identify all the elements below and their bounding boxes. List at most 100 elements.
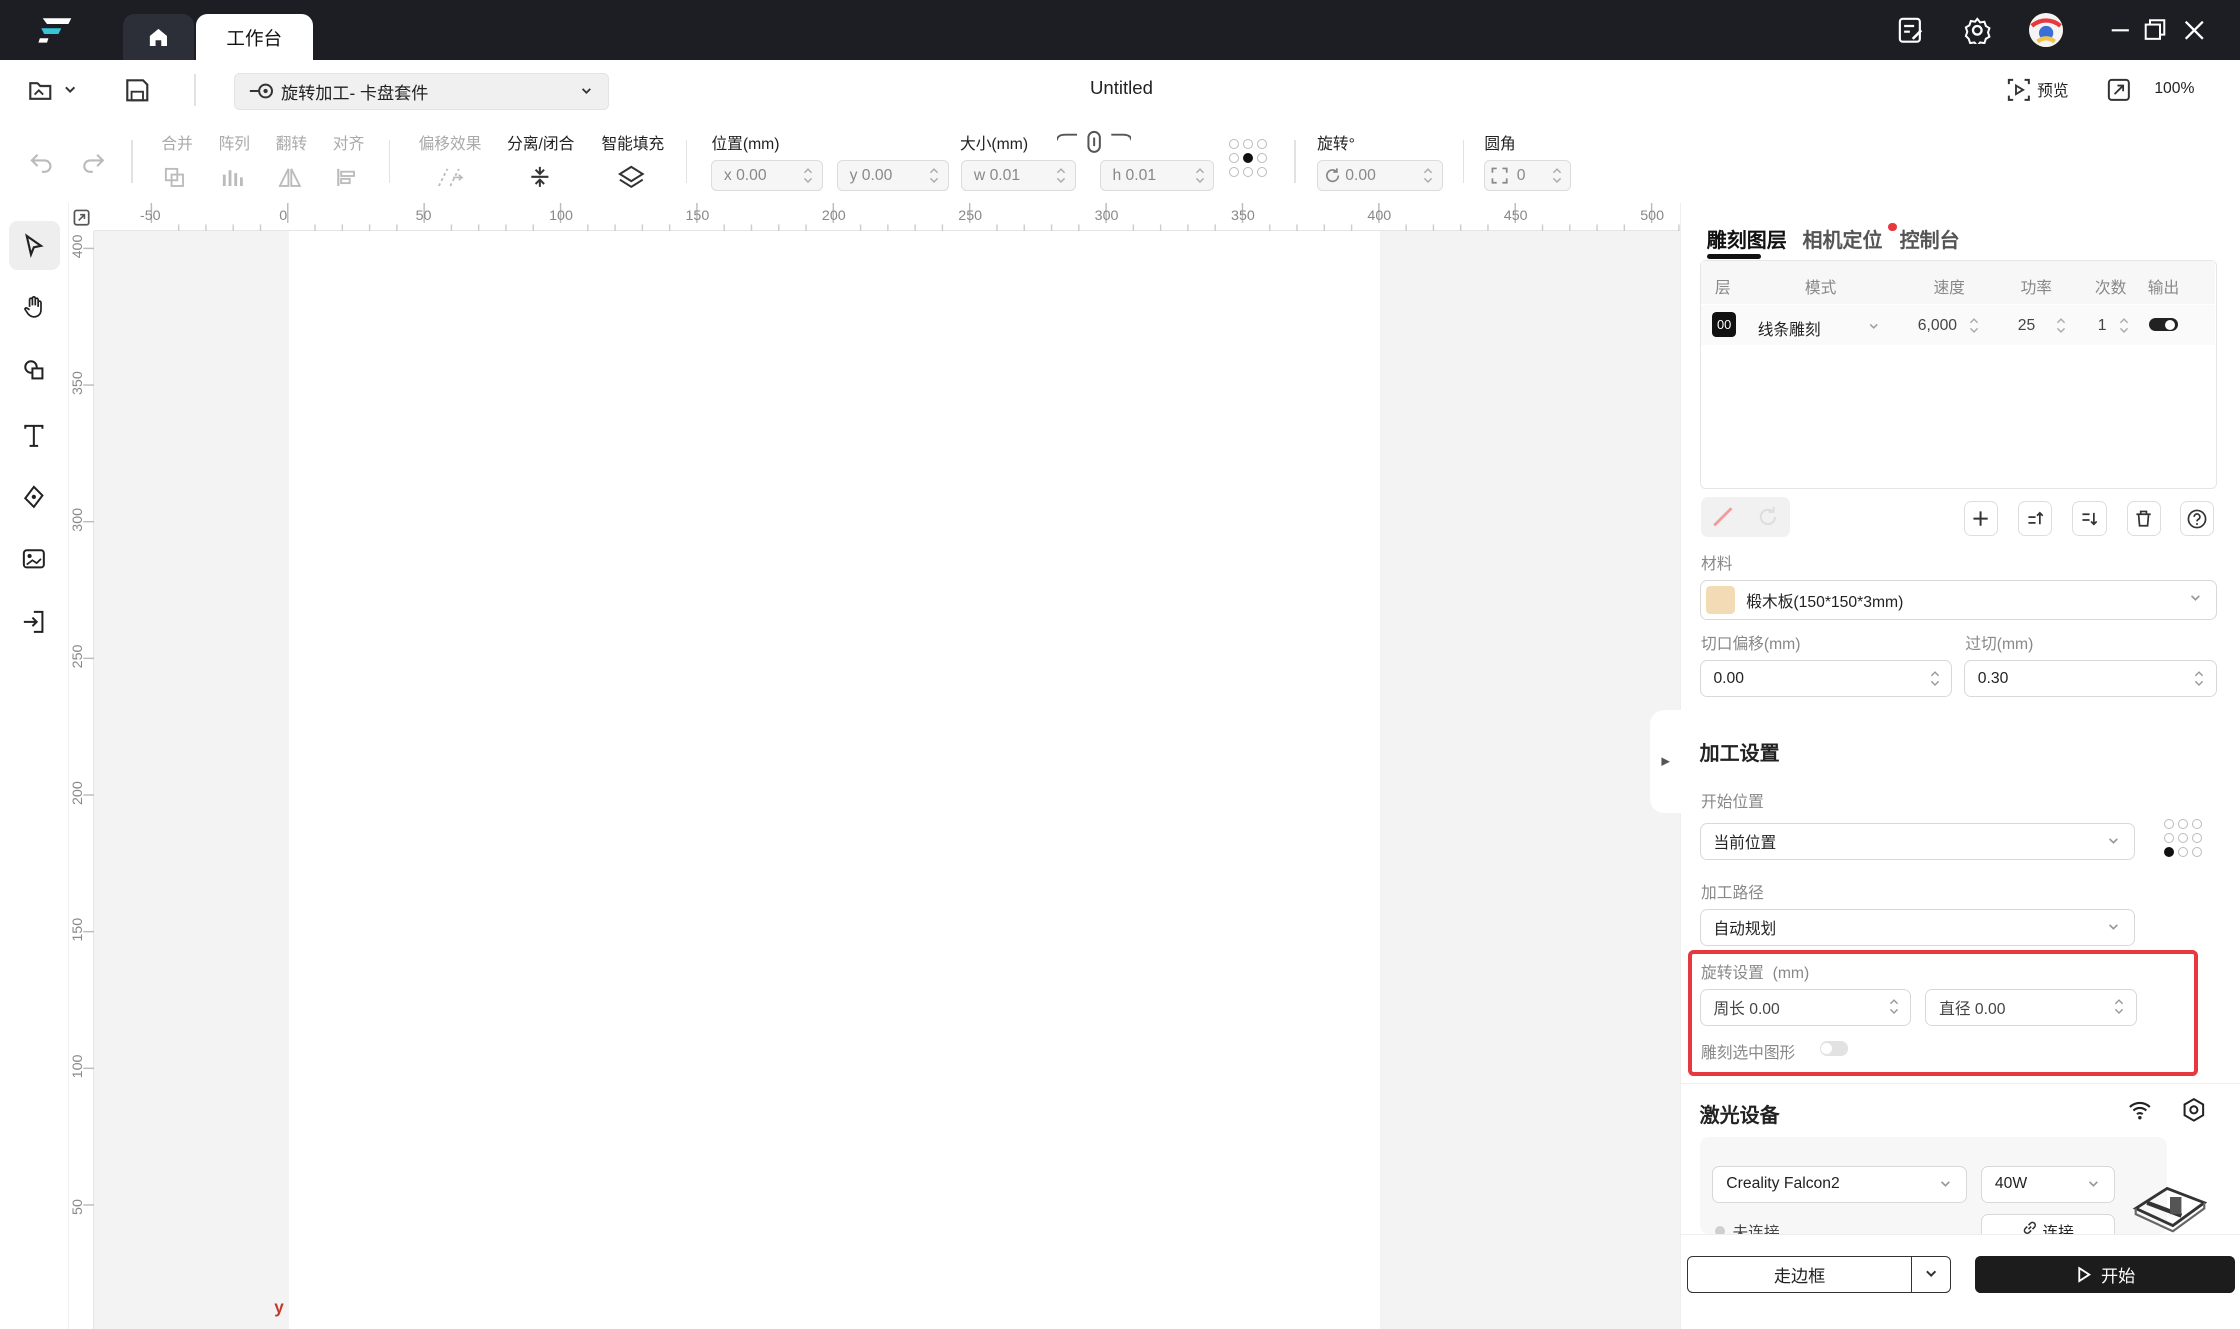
anchor-point-grid[interactable] [1228, 138, 1268, 178]
help-button[interactable] [2179, 501, 2214, 536]
connect-label: 连接 [2042, 1224, 2074, 1235]
move-up-button[interactable] [2018, 501, 2053, 536]
user-avatar[interactable] [2028, 12, 2063, 48]
flip-icon[interactable] [277, 166, 303, 189]
corner-input[interactable]: 0 [1484, 160, 1572, 192]
sort-down-icon [2082, 512, 2098, 526]
tab-camera[interactable]: 相机定位 [1802, 224, 1882, 253]
redo-icon[interactable] [80, 149, 106, 175]
rotate-input[interactable]: 0.00 [1317, 160, 1443, 192]
plus-icon [1973, 511, 1989, 526]
ruler-label: 400 [1368, 208, 1392, 224]
stepper-icon[interactable] [2056, 317, 2066, 334]
fit-view-icon[interactable] [2106, 77, 2132, 103]
open-file-button[interactable] [26, 76, 86, 105]
chevron-down-icon [2089, 1181, 2099, 1188]
collapse-panel-button[interactable] [1649, 710, 1682, 813]
output-toggle[interactable] [2149, 318, 2178, 331]
h-ruler-ticks: -50 0 50 100 150 200 250 300 350 400 450 500 [140, 202, 1680, 232]
tab-workspace[interactable]: 工作台 [195, 14, 313, 60]
chevron-down-icon [2109, 924, 2119, 930]
image-tool[interactable] [9, 534, 60, 583]
laser-machine-image [2130, 1177, 2210, 1234]
tab-engrave-layers[interactable]: 雕刻图层 [1707, 224, 1787, 253]
settings-gear-icon[interactable] [1963, 16, 1992, 45]
layer-mode[interactable]: 线条雕刻 [1758, 317, 1821, 340]
frame-options-button[interactable] [1911, 1255, 1952, 1293]
task-list-icon[interactable] [1897, 16, 1926, 45]
project-mode-select[interactable]: 旋转加工- 卡盘套件 [234, 72, 609, 110]
wifi-icon[interactable] [2127, 1097, 2153, 1123]
material-value: 椴木板(150*150*3mm) [1746, 593, 1904, 611]
flip-label: 翻转 [275, 136, 308, 154]
v-ruler-ticks: 400 350 300 250 200 150 100 50 [69, 235, 95, 1215]
circumference-input[interactable]: 周长 0.00 [1699, 988, 1912, 1026]
hand-icon [24, 296, 43, 318]
power-select[interactable]: 40W [1981, 1165, 2116, 1203]
preview-button[interactable]: 预览 [2006, 77, 2069, 103]
start-position-select[interactable]: 当前位置 [1699, 822, 2136, 860]
link-icon [2024, 1221, 2037, 1234]
smart-fill-icon[interactable] [617, 164, 646, 190]
stepper-icon[interactable] [1969, 317, 1979, 334]
tab-console[interactable]: 控制台 [1900, 224, 1960, 253]
delete-layer-button[interactable] [2126, 501, 2162, 536]
move-down-button[interactable] [2072, 501, 2107, 536]
connect-button[interactable]: 连接 [1981, 1214, 2116, 1235]
undo-icon[interactable] [29, 149, 55, 175]
stepper-icon [804, 167, 813, 183]
restore-icon[interactable] [2140, 16, 2169, 45]
device-settings-icon[interactable] [2181, 1097, 2207, 1123]
start-anchor-grid[interactable] [2163, 818, 2203, 858]
save-icon[interactable] [123, 76, 152, 105]
shape-tool[interactable] [9, 346, 60, 395]
ruler-label: 50 [69, 1199, 85, 1215]
layer-power[interactable]: 25 [2018, 317, 2035, 335]
array-icon[interactable] [220, 166, 246, 189]
split-close-icon[interactable] [527, 164, 553, 190]
close-icon[interactable] [2180, 16, 2209, 45]
ruler-corner-button[interactable] [68, 202, 95, 232]
add-layer-button[interactable] [1963, 501, 1999, 536]
position-label: 位置(mm) [711, 136, 780, 154]
overcut-input[interactable]: 0.30 [1963, 660, 2217, 698]
split-close-label: 分离/闭合 [507, 136, 575, 154]
device-select[interactable]: Creality Falcon2 [1712, 1165, 1967, 1203]
layer-row[interactable]: 00 线条雕刻 6,000 25 1 [1700, 305, 2215, 346]
pen-tool[interactable] [9, 473, 60, 522]
layer-speed[interactable]: 6,000 [1918, 317, 1957, 335]
minimize-icon[interactable] [2106, 16, 2135, 45]
stepper-icon[interactable] [2119, 317, 2129, 334]
position-x-input[interactable]: x 0.00 [711, 160, 823, 192]
engrave-selected-toggle[interactable] [1819, 1041, 1849, 1056]
width-input[interactable]: w 0.01 [961, 160, 1076, 192]
corner-radius-icon [1491, 167, 1508, 184]
pen-icon [24, 485, 45, 509]
diameter-input[interactable]: 直径 0.00 [1925, 988, 2137, 1026]
position-y-input[interactable]: y 0.00 [837, 160, 949, 192]
layer-passes[interactable]: 1 [2098, 317, 2107, 335]
start-button[interactable]: 开始 [1975, 1255, 2236, 1293]
work-area[interactable] [288, 231, 1380, 1329]
offset-icon[interactable] [436, 166, 465, 189]
align-icon[interactable] [334, 166, 360, 189]
import-tool[interactable] [9, 597, 60, 646]
lock-ratio-icon[interactable] [1057, 129, 1132, 155]
select-tool[interactable] [8, 221, 60, 270]
merge-icon[interactable] [163, 166, 189, 189]
pan-tool[interactable] [9, 283, 60, 332]
material-select[interactable]: 椴木板(150*150*3mm) [1699, 580, 2217, 620]
stepper-icon [1057, 167, 1066, 183]
frame-button[interactable]: 走边框 [1686, 1255, 1913, 1293]
text-tool[interactable] [9, 411, 60, 460]
layer-color-group[interactable] [1701, 497, 1790, 538]
offset-label: 偏移效果 [418, 136, 482, 154]
zoom-level[interactable]: 100% [2154, 80, 2194, 98]
home-tab[interactable] [122, 14, 195, 60]
height-input[interactable]: h 0.01 [1100, 160, 1215, 192]
play-icon [2078, 1266, 2092, 1283]
kerf-input[interactable]: 0.00 [1699, 660, 1953, 698]
process-path-select[interactable]: 自动规划 [1699, 908, 2136, 946]
chevron-down-icon [582, 88, 592, 95]
col-power: 功率 [2020, 280, 2053, 298]
